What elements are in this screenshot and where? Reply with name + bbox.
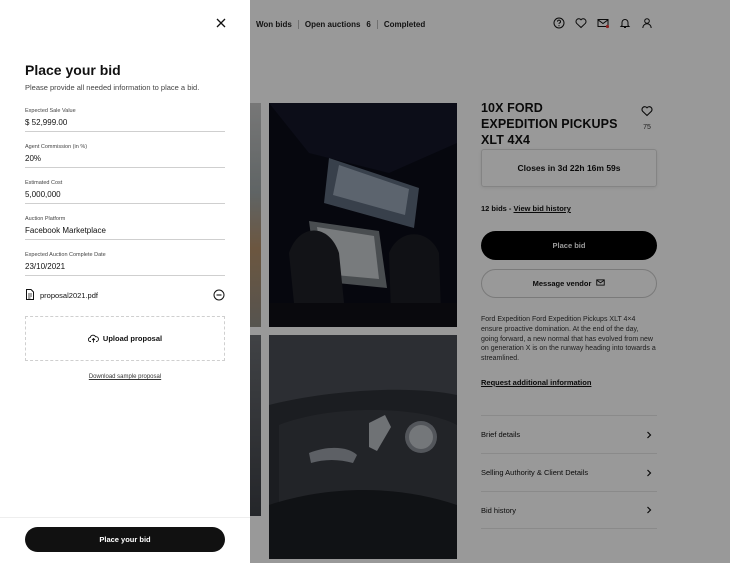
remove-file-button[interactable] [213, 289, 225, 301]
attached-file-row: proposal2021.pdf [25, 288, 225, 302]
field-label: Auction Platform [25, 216, 66, 222]
auction-complete-date-field[interactable]: Expected Auction Complete Date 23/10/202… [25, 252, 225, 276]
upload-proposal-dropzone[interactable]: Upload proposal [25, 316, 225, 361]
place-bid-drawer: Place your bid Please provide all needed… [0, 0, 250, 563]
attached-file-name: proposal2021.pdf [40, 290, 98, 300]
field-value[interactable]: 20% [25, 154, 41, 163]
cloud-upload-icon [87, 334, 99, 343]
field-value[interactable]: $ 52,999.00 [25, 118, 67, 127]
agent-commission-field[interactable]: Agent Commission (in %) 20% [25, 144, 225, 168]
download-sample-link[interactable]: Download sample proposal [25, 374, 225, 380]
field-value[interactable]: 5,000,000 [25, 190, 61, 199]
field-label: Estimated Cost [25, 180, 63, 186]
place-your-bid-button[interactable]: Place your bid [25, 527, 225, 552]
field-label: Expected Auction Complete Date [25, 252, 106, 258]
upload-proposal-label: Upload proposal [102, 334, 163, 343]
document-icon [25, 288, 35, 302]
field-value[interactable]: 23/10/2021 [25, 262, 65, 271]
minus-circle-icon [213, 289, 225, 301]
drawer-title: Place your bid [25, 62, 121, 78]
estimated-cost-field[interactable]: Estimated Cost 5,000,000 [25, 180, 225, 204]
auction-platform-field[interactable]: Auction Platform Facebook Marketplace [25, 216, 225, 240]
expected-sale-value-field[interactable]: Expected Sale Value $ 52,999.00 [25, 108, 225, 132]
drawer-subtitle: Please provide all needed information to… [25, 83, 200, 92]
field-label: Agent Commission (in %) [25, 144, 88, 150]
close-drawer-button[interactable] [214, 16, 228, 30]
modal-backdrop[interactable] [250, 0, 730, 563]
field-value[interactable]: Facebook Marketplace [25, 226, 106, 235]
close-icon [216, 18, 226, 28]
field-label: Expected Sale Value [25, 108, 76, 114]
